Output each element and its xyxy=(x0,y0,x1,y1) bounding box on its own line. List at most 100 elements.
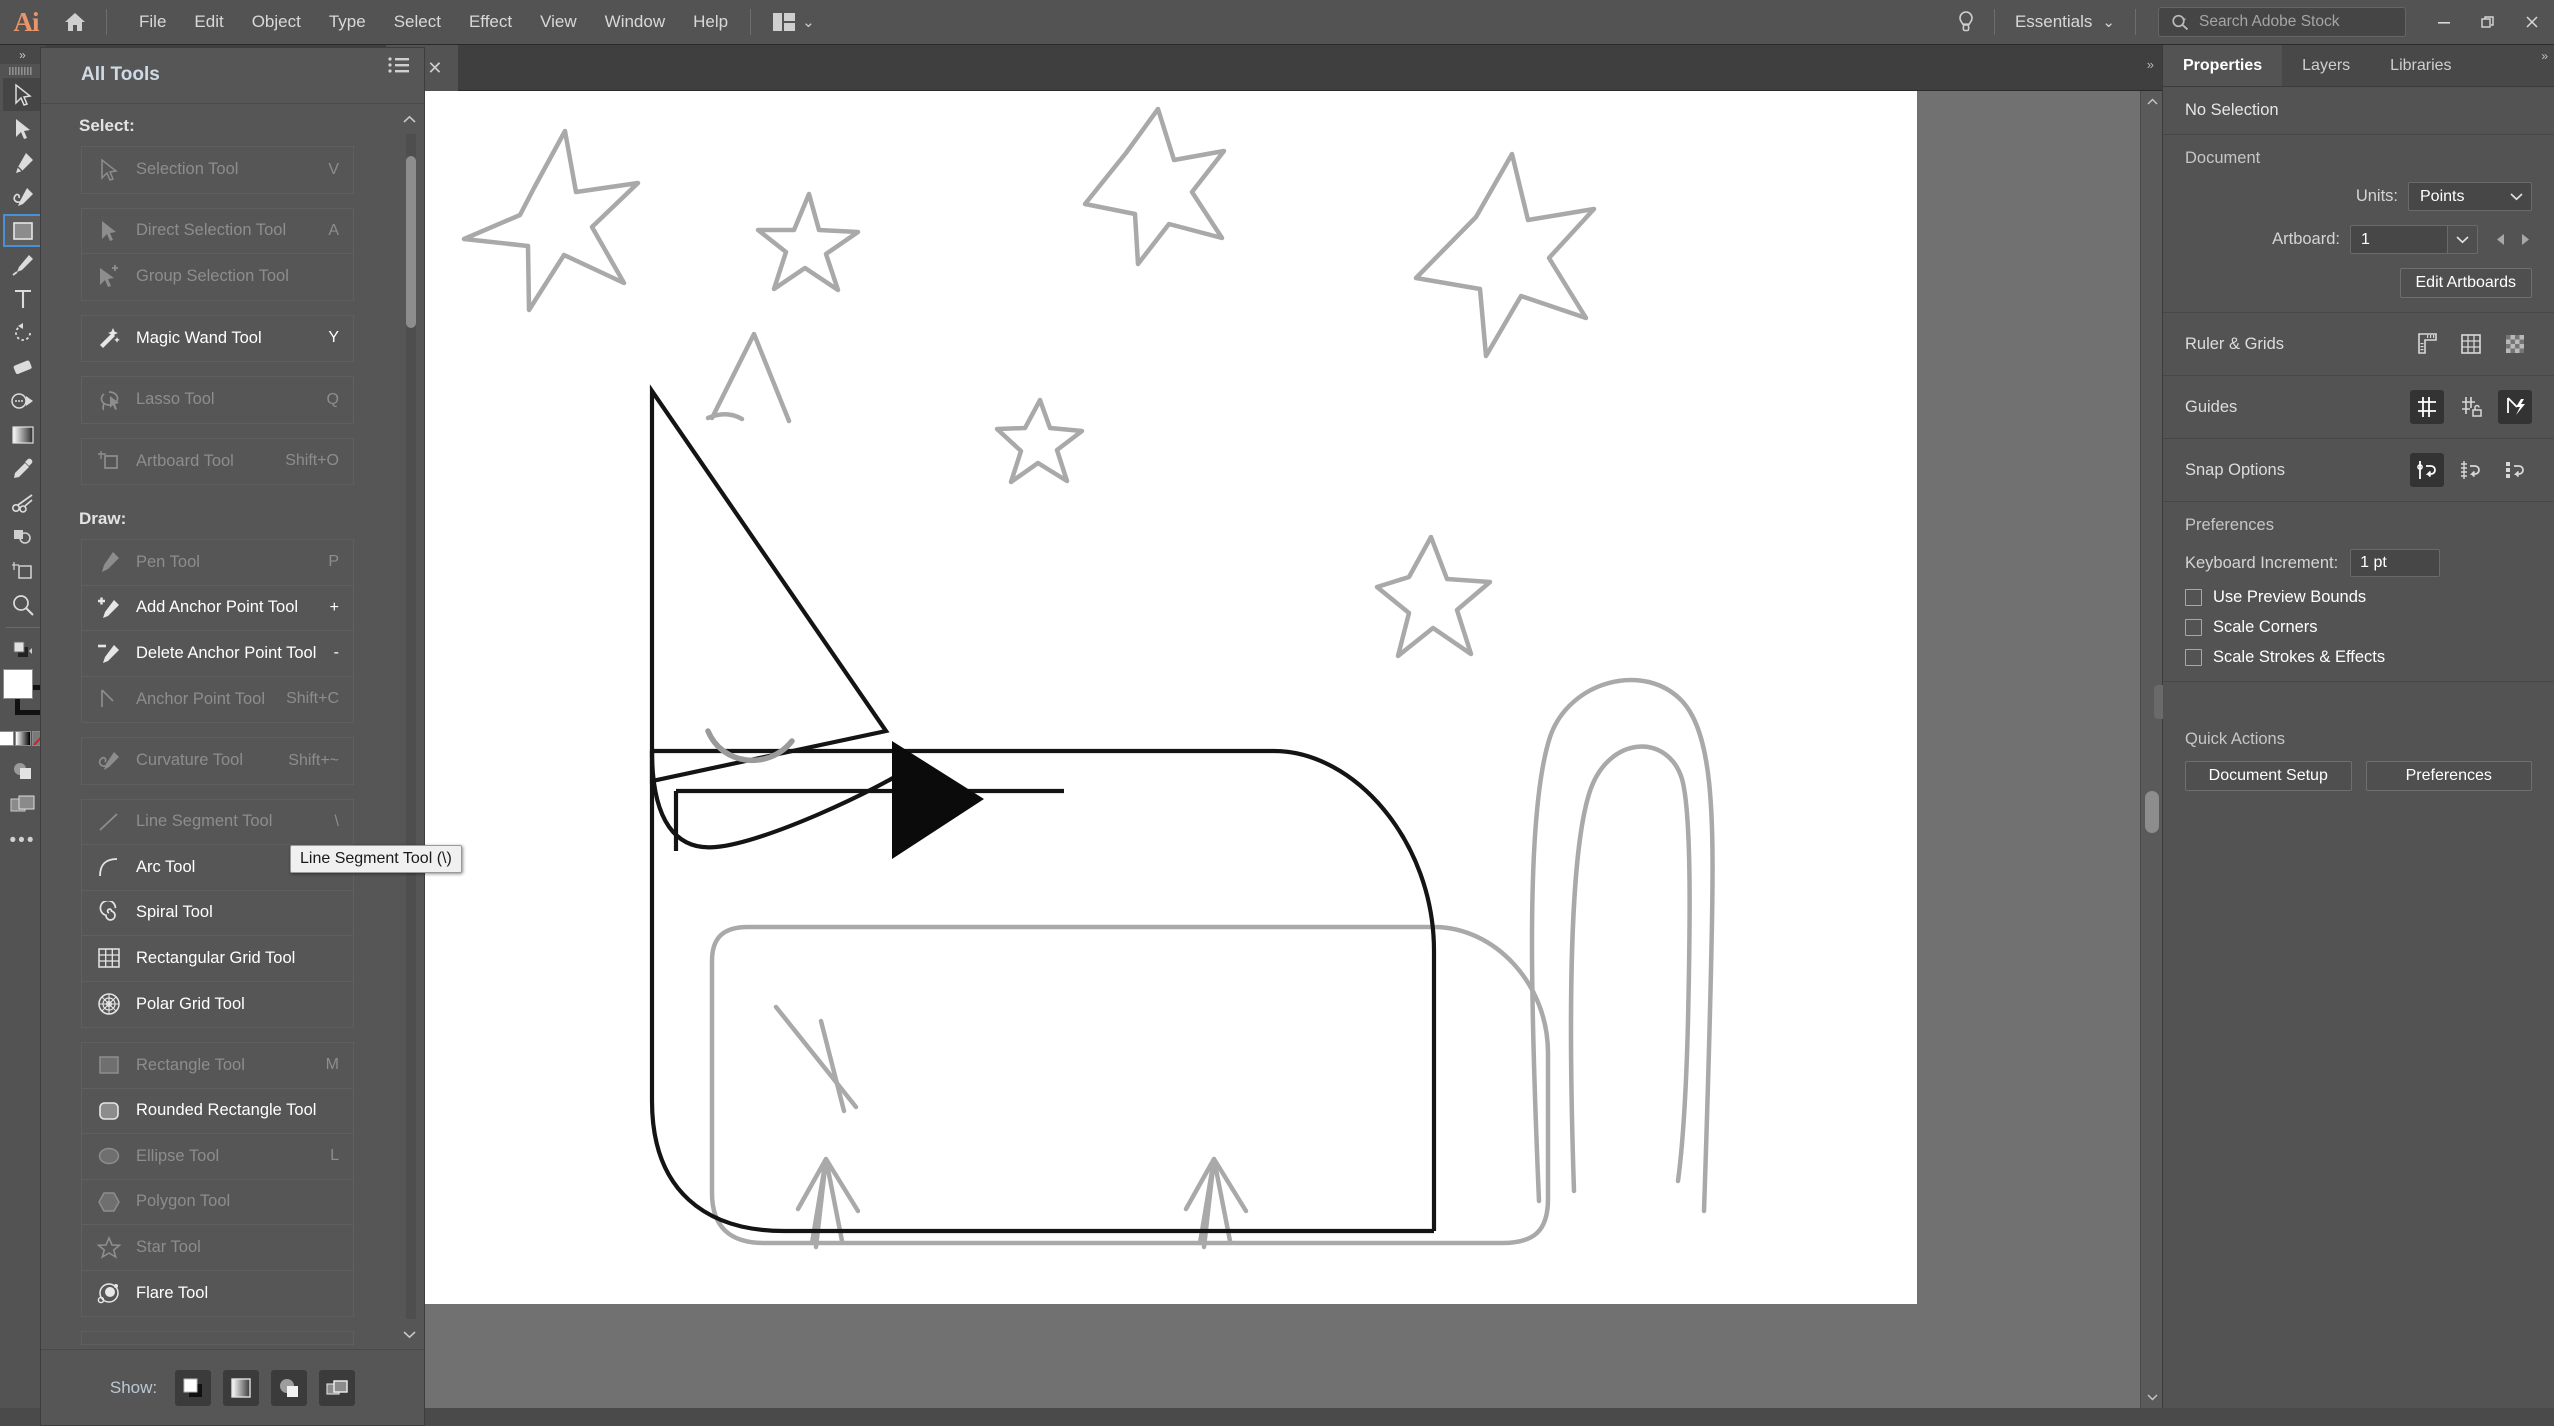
toolbar-collapse-button[interactable]: » xyxy=(0,45,46,64)
checkbox-scale-corners[interactable]: Scale Corners xyxy=(2185,618,2532,637)
panel-expand-icon[interactable]: » xyxy=(2541,49,2548,63)
close-icon[interactable]: ✕ xyxy=(427,58,442,79)
menu-help[interactable]: Help xyxy=(679,6,742,38)
document-setup-button[interactable]: Document Setup xyxy=(2185,761,2352,791)
all-tools-list[interactable]: Select: Selection Tool V xyxy=(41,106,394,1349)
panel-scroll-thumb[interactable] xyxy=(406,156,416,328)
scroll-down-arrow[interactable] xyxy=(2141,1386,2163,1408)
chevron-down-icon[interactable] xyxy=(2447,226,2477,253)
toolbar-paintbrush-tool[interactable] xyxy=(3,248,43,281)
close-button[interactable] xyxy=(2510,0,2554,45)
menu-edit[interactable]: Edit xyxy=(180,6,237,38)
color-button[interactable] xyxy=(0,731,14,746)
tool-row-ellipse-tool[interactable]: Ellipse Tool L xyxy=(82,1134,353,1180)
show-grid-button[interactable] xyxy=(2454,327,2488,361)
toolbar-eyedropper-tool[interactable] xyxy=(3,452,43,485)
menu-window[interactable]: Window xyxy=(591,6,679,38)
toolbar-zoom-tool[interactable] xyxy=(3,588,43,621)
next-artboard-button[interactable] xyxy=(2519,232,2532,247)
show-guides-button[interactable] xyxy=(2410,390,2444,424)
toolbar-eraser-tool[interactable] xyxy=(3,350,43,383)
tool-row-curvature-tool[interactable]: Curvature Tool Shift+~ xyxy=(82,738,353,784)
show-screen-mode-button[interactable] xyxy=(319,1370,355,1406)
tool-row-anchor-point-tool[interactable]: Anchor Point Tool Shift+C xyxy=(82,677,353,723)
tab-properties[interactable]: Properties xyxy=(2163,45,2282,86)
toolbar-direct-selection-tool[interactable] xyxy=(3,112,43,145)
toolbar-drawing-mode-button[interactable] xyxy=(3,754,43,787)
artboard-select[interactable]: 1 xyxy=(2350,225,2478,254)
toolbar-artboard-tool[interactable] xyxy=(3,554,43,587)
scroll-thumb[interactable] xyxy=(2145,791,2159,833)
tool-row-spiral-tool[interactable]: Spiral Tool xyxy=(82,891,353,937)
checkbox-scale-strokes-effects[interactable]: Scale Strokes & Effects xyxy=(2185,648,2532,667)
workspace-switcher[interactable]: Essentials ⌄ xyxy=(2003,8,2127,36)
tool-row-group-selection-tool[interactable]: Group Selection Tool xyxy=(82,254,353,300)
tool-row-star-tool[interactable]: Star Tool xyxy=(82,1225,353,1271)
show-transparency-grid-button[interactable] xyxy=(2498,327,2532,361)
preferences-button[interactable]: Preferences xyxy=(2366,761,2533,791)
fill-and-stroke-swatches[interactable] xyxy=(1,669,45,725)
tool-row-magic-wand-tool[interactable]: Magic Wand Tool Y xyxy=(82,316,353,362)
artboard[interactable] xyxy=(424,91,1917,1304)
tool-row-add-anchor-point-tool[interactable]: Add Anchor Point Tool + xyxy=(82,586,353,632)
show-fill-stroke-button[interactable] xyxy=(175,1370,211,1406)
toolbar-curvature-tool[interactable] xyxy=(3,180,43,213)
toolbar-pen-tool[interactable] xyxy=(3,146,43,179)
show-gradient-button[interactable] xyxy=(223,1370,259,1406)
menu-type[interactable]: Type xyxy=(315,6,380,38)
canvas-area[interactable] xyxy=(424,91,2162,1408)
toolbar-shape-builder-tool[interactable] xyxy=(3,384,43,417)
snap-to-grid-button[interactable] xyxy=(2454,453,2488,487)
toolbar-gradient-tool[interactable] xyxy=(3,418,43,451)
tool-row-delete-anchor-point-tool[interactable]: Delete Anchor Point Tool - xyxy=(82,631,353,677)
panel-scroll-up-button[interactable] xyxy=(396,106,422,132)
panel-collapse-handle[interactable] xyxy=(2154,685,2163,719)
toolbar-rotate-tool[interactable] xyxy=(3,316,43,349)
panel-menu-icon[interactable] xyxy=(388,56,410,74)
smart-guides-button[interactable] xyxy=(2498,390,2532,424)
home-icon[interactable] xyxy=(52,0,98,45)
tool-row-flare-tool[interactable]: Flare Tool xyxy=(82,1271,353,1317)
tab-overflow-button[interactable]: » xyxy=(2147,57,2154,72)
checkbox-box[interactable] xyxy=(2185,619,2202,636)
tool-row-line-segment-tool[interactable]: Line Segment Tool \ xyxy=(82,800,353,846)
toolbar-grip[interactable] xyxy=(0,64,46,78)
checkbox-box[interactable] xyxy=(2185,649,2202,666)
toolbar-free-transform-tool[interactable] xyxy=(3,520,43,553)
scroll-up-arrow[interactable] xyxy=(2141,91,2163,113)
checkbox-box[interactable] xyxy=(2185,589,2202,606)
panel-scroll-down-button[interactable] xyxy=(396,1321,422,1347)
toolbar-scissors-tool[interactable] xyxy=(3,486,43,519)
show-rulers-button[interactable] xyxy=(2410,327,2444,361)
prev-artboard-button[interactable] xyxy=(2494,232,2507,247)
units-select[interactable]: Points xyxy=(2408,182,2532,211)
keyboard-increment-input[interactable]: 1 pt xyxy=(2350,549,2440,577)
menu-effect[interactable]: Effect xyxy=(455,6,526,38)
edit-artboards-button[interactable]: Edit Artboards xyxy=(2400,268,2533,298)
minimize-button[interactable] xyxy=(2422,0,2466,45)
toolbar-screen-mode-button[interactable] xyxy=(3,788,43,821)
toolbar-drawing-modes[interactable] xyxy=(3,633,43,666)
canvas-vertical-scrollbar[interactable] xyxy=(2140,91,2162,1408)
arrange-documents-button[interactable]: ⌄ xyxy=(765,9,823,35)
tool-row-pen-tool[interactable]: Pen Tool P xyxy=(82,540,353,586)
tool-row-polygon-tool[interactable]: Polygon Tool xyxy=(82,1180,353,1226)
menu-view[interactable]: View xyxy=(526,6,591,38)
tool-row-rounded-rectangle-tool[interactable]: Rounded Rectangle Tool xyxy=(82,1089,353,1135)
show-draw-modes-button[interactable] xyxy=(271,1370,307,1406)
tool-row-direct-selection-tool[interactable]: Direct Selection Tool A xyxy=(82,209,353,255)
fill-swatch[interactable] xyxy=(3,669,33,699)
snap-to-point-button[interactable] xyxy=(2410,453,2444,487)
tab-layers[interactable]: Layers xyxy=(2282,45,2370,86)
edit-toolbar-button[interactable]: ••• xyxy=(10,830,36,852)
menu-object[interactable]: Object xyxy=(238,6,315,38)
tool-row-lasso-tool[interactable]: Lasso Tool Q xyxy=(82,377,353,423)
menu-select[interactable]: Select xyxy=(380,6,455,38)
gradient-button[interactable] xyxy=(15,731,31,746)
snap-to-pixel-button[interactable] xyxy=(2498,453,2532,487)
tool-row-artboard-tool[interactable]: Artboard Tool Shift+O xyxy=(82,439,353,485)
toolbar-rectangle-tool[interactable] xyxy=(3,214,43,247)
tool-row-selection-tool[interactable]: Selection Tool V xyxy=(82,147,353,193)
tool-row-rectangular-grid-tool[interactable]: Rectangular Grid Tool xyxy=(82,936,353,982)
tab-libraries[interactable]: Libraries xyxy=(2370,45,2471,86)
